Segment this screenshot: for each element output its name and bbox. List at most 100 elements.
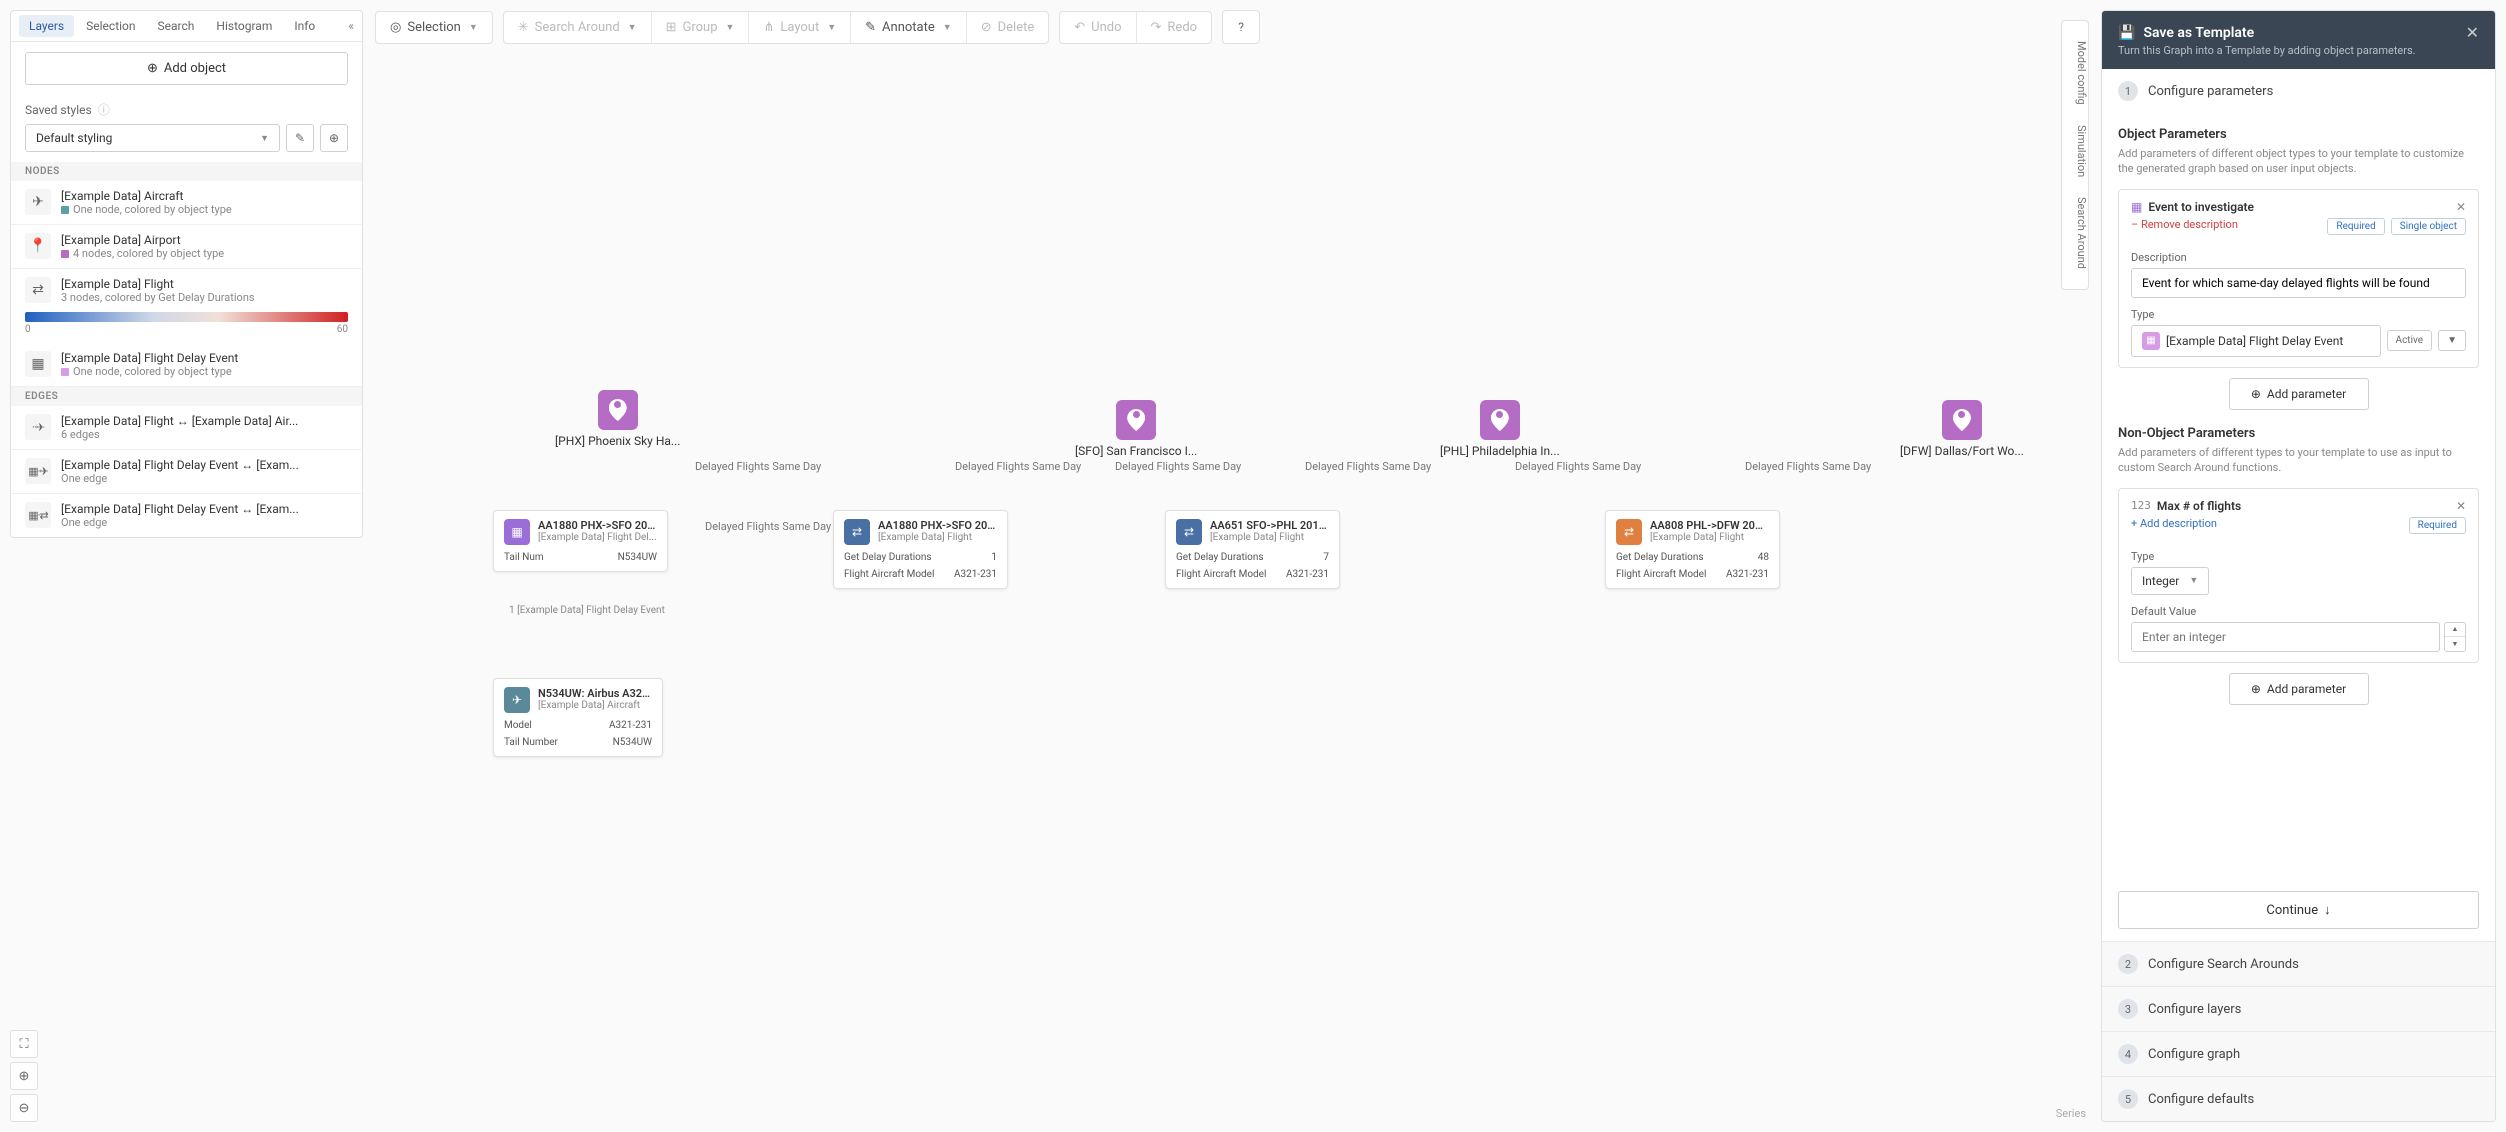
add-style-button[interactable]: ⊕ <box>320 124 348 152</box>
delete-button[interactable]: ⊘Delete <box>967 12 1049 43</box>
step-number: 4 <box>2118 1044 2138 1064</box>
edge-label: Delayed Flights Same Day <box>1745 460 1871 473</box>
series-label: Series <box>2056 1107 2086 1120</box>
tab-search[interactable]: Search <box>148 15 205 37</box>
save-template-panel: 💾Save as Template ✕ Turn this Graph into… <box>2101 10 2496 1122</box>
step-5[interactable]: 5 Configure defaults <box>2102 1076 2495 1121</box>
graph-canvas[interactable]: [PHX] Phoenix Sky Ha... [SFO] San Franci… <box>375 60 2086 1132</box>
add-non-object-param-button[interactable]: ⊕ Add parameter <box>2229 673 2369 705</box>
remove-param-icon[interactable]: ✕ <box>2456 200 2466 214</box>
left-panel: Layers Selection Search Histogram Info «… <box>10 10 363 538</box>
chevron-down-icon: ▼ <box>469 22 478 33</box>
airport-node-phl[interactable]: [PHL] Philadelphia In... <box>1440 400 1560 458</box>
rail-simulation[interactable]: Simulation <box>2062 117 2088 185</box>
edge-item[interactable]: ▦·✈ [Example Data] Flight Delay Event ↔ … <box>11 450 362 494</box>
default-value-input[interactable] <box>2131 622 2440 652</box>
tab-info[interactable]: Info <box>284 15 325 37</box>
edge-label: Delayed Flights Same Day <box>1115 460 1241 473</box>
object-param-card: ▦ Event to investigate ✕ – Remove descri… <box>2118 189 2479 368</box>
edge-icon: ▦·⇄ <box>25 502 51 528</box>
non-obj-params-title: Non-Object Parameters <box>2118 426 2479 441</box>
zoom-controls: ⛶ ⊕ ⊖ <box>10 1030 38 1122</box>
undo-button[interactable]: ↶Undo <box>1060 12 1136 43</box>
step-number: 2 <box>2118 954 2138 974</box>
tab-selection[interactable]: Selection <box>76 15 145 37</box>
edit-style-button[interactable]: ✎ <box>286 124 314 152</box>
rail-model-config[interactable]: Model config <box>2062 33 2088 113</box>
step-2[interactable]: 2 Configure Search Arounds <box>2102 941 2495 986</box>
search-around-button[interactable]: ✳Search Around▼ <box>504 12 652 43</box>
required-badge[interactable]: Required <box>2409 517 2466 534</box>
group-button[interactable]: ⊞Group▼ <box>652 12 750 43</box>
airport-pin-icon: 📍 <box>25 233 51 259</box>
add-description-link[interactable]: + Add description <box>2131 517 2217 530</box>
aircraft-icon: ✈ <box>25 189 51 215</box>
selection-button[interactable]: ◎Selection▼ <box>376 12 492 43</box>
help-button[interactable]: ? <box>1222 10 1260 44</box>
info-icon[interactable]: ⓘ <box>98 101 110 118</box>
flight-icon: ⇄ <box>1616 519 1642 545</box>
integer-type-select[interactable]: Integer ▼ <box>2131 567 2209 595</box>
nodes-header: NODES <box>11 162 362 181</box>
edge-item[interactable]: ··✈ [Example Data] Flight ↔ [Example Dat… <box>11 406 362 450</box>
plus-icon: ⊕ <box>2251 387 2261 401</box>
annotate-button[interactable]: ✎Annotate▼ <box>851 12 967 43</box>
redo-button[interactable]: ↷Redo <box>1137 12 1212 43</box>
delete-icon: ⊘ <box>981 20 992 35</box>
calendar-icon: ▦ <box>25 351 51 377</box>
node-type-flight[interactable]: ⇄ [Example Data] Flight 3 nodes, colored… <box>11 269 362 306</box>
type-dropdown-button[interactable]: ▼ <box>2438 330 2466 351</box>
edge-label: Delayed Flights Same Day <box>1515 460 1641 473</box>
flight-card[interactable]: ⇄ AA651 SFO->PHL 2018-0... [Example Data… <box>1165 510 1340 589</box>
flight-card[interactable]: ⇄ AA1880 PHX->SFO 2018-... [Example Data… <box>833 510 1008 589</box>
node-type-aircraft[interactable]: ✈ [Example Data] Aircraft One node, colo… <box>11 181 362 225</box>
close-icon[interactable]: ✕ <box>2466 23 2479 42</box>
tab-layers[interactable]: Layers <box>19 15 74 37</box>
add-object-button[interactable]: ⊕ Add object <box>25 52 348 85</box>
node-type-airport[interactable]: 📍 [Example Data] Airport 4 nodes, colore… <box>11 225 362 269</box>
delay-event-card[interactable]: ▦ AA1880 PHX->SFO 2018-... [Example Data… <box>493 510 668 572</box>
number-stepper[interactable]: ▲ ▼ <box>2444 622 2466 652</box>
airport-node-sfo[interactable]: [SFO] San Francisco I... <box>1075 400 1197 458</box>
collapse-left-icon[interactable]: « <box>348 19 354 33</box>
zoom-in-button[interactable]: ⊕ <box>10 1062 38 1090</box>
panel-header: 💾Save as Template ✕ Turn this Graph into… <box>2102 11 2495 69</box>
type-select[interactable]: ▦ [Example Data] Flight Delay Event <box>2131 325 2381 357</box>
chevron-down-icon: ▼ <box>827 22 836 33</box>
calendar-icon: ▦ <box>504 519 530 545</box>
rail-search-around[interactable]: Search Around <box>2062 189 2088 277</box>
description-input[interactable] <box>2131 268 2466 298</box>
save-icon: 💾 <box>2118 25 2135 41</box>
type-icon: ▦ <box>2142 332 2160 350</box>
remove-description-link[interactable]: – Remove description <box>2131 218 2238 231</box>
remove-param-icon[interactable]: ✕ <box>2456 499 2466 513</box>
airport-node-dfw[interactable]: [DFW] Dallas/Fort Wo... <box>1900 400 2024 458</box>
aircraft-card[interactable]: ✈ N534UW: Airbus A321-231 [Example Data]… <box>493 678 663 757</box>
airport-node-phx[interactable]: [PHX] Phoenix Sky Ha... <box>555 390 680 448</box>
gradient-labels: 0 60 <box>11 324 362 343</box>
step-4[interactable]: 4 Configure graph <box>2102 1031 2495 1076</box>
top-toolbar: ◎Selection▼ ✳Search Around▼ ⊞Group▼ ⋔Lay… <box>375 10 1260 44</box>
step-up-icon[interactable]: ▲ <box>2445 623 2465 638</box>
single-object-badge[interactable]: Single object <box>2391 218 2466 235</box>
annotate-icon: ✎ <box>865 20 876 35</box>
required-badge[interactable]: Required <box>2327 218 2384 235</box>
chevron-down-icon: ▼ <box>726 22 735 33</box>
step-down-icon[interactable]: ▼ <box>2445 637 2465 651</box>
step-1[interactable]: 1 Configure parameters <box>2102 69 2495 113</box>
number-icon: 123 <box>2131 499 2151 512</box>
fit-view-button[interactable]: ⛶ <box>10 1030 38 1058</box>
step-3[interactable]: 3 Configure layers <box>2102 986 2495 1031</box>
flight-icon: ⇄ <box>844 519 870 545</box>
node-type-delay-event[interactable]: ▦ [Example Data] Flight Delay Event One … <box>11 343 362 387</box>
continue-button[interactable]: Continue ↓ <box>2118 891 2479 929</box>
plus-icon: ⊕ <box>147 61 158 76</box>
layout-button[interactable]: ⋔Layout▼ <box>749 12 851 43</box>
zoom-out-button[interactable]: ⊖ <box>10 1094 38 1122</box>
flight-card[interactable]: ⇄ AA808 PHL->DFW 2018-... [Example Data]… <box>1605 510 1780 589</box>
style-select[interactable]: Default styling ▼ <box>25 124 280 152</box>
tab-histogram[interactable]: Histogram <box>206 15 282 37</box>
add-object-param-button[interactable]: ⊕ Add parameter <box>2229 378 2369 410</box>
edge-item[interactable]: ▦·⇄ [Example Data] Flight Delay Event ↔ … <box>11 494 362 537</box>
color-swatch <box>61 206 69 214</box>
